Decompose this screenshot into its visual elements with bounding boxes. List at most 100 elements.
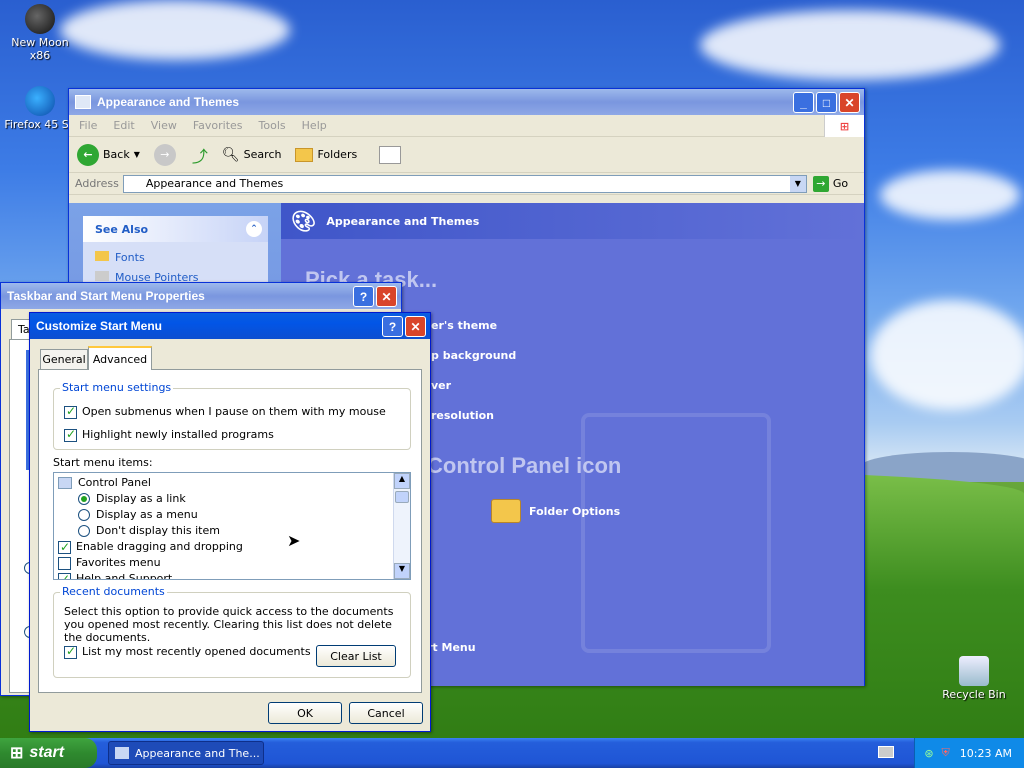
clock[interactable]: 10:23 AM (960, 747, 1012, 760)
start-menu-items-list[interactable]: Control Panel Display as a link Display … (53, 472, 411, 580)
checkbox-label: List my most recently opened documents (82, 645, 311, 658)
list-item[interactable]: Control Panel (58, 475, 243, 491)
cancel-button[interactable]: Cancel (349, 702, 423, 724)
desktop-icon-recycle-bin[interactable]: Recycle Bin (934, 656, 1014, 701)
list-item[interactable]: Display as a menu (58, 507, 243, 523)
views-icon[interactable] (379, 145, 402, 164)
radio-dont-display[interactable] (78, 525, 90, 537)
back-arrow-icon: ← (77, 143, 99, 166)
back-label: Back (103, 148, 130, 161)
checkbox-recent-documents[interactable] (64, 644, 77, 659)
pick-icon-heading: Control Panel icon (427, 453, 622, 478)
chevron-down-icon[interactable]: ▼ (134, 150, 140, 159)
checkbox-dragging[interactable] (58, 539, 71, 555)
search-button[interactable]: 🔍︎ Search (222, 147, 282, 163)
checkbox-open-submenus[interactable] (64, 404, 77, 419)
checkbox-highlight-programs[interactable] (64, 427, 77, 442)
radio-display-menu[interactable] (78, 509, 90, 521)
desktop-icon-label: Recycle Bin (942, 688, 1006, 701)
recent-description: Select this option to provide quick acce… (64, 605, 394, 644)
list-item[interactable]: Help and Support (58, 571, 243, 579)
settings-group: Start menu settings Open submenus when I… (53, 381, 411, 450)
checkbox-help[interactable] (58, 571, 71, 579)
list-item[interactable]: Display as a link (58, 491, 243, 507)
list-item[interactable]: Don't display this item (58, 523, 243, 539)
taskbar-task-button[interactable]: Appearance and The... (108, 741, 264, 765)
item-label: Display as a link (96, 492, 186, 505)
close-button[interactable]: ✕ (839, 92, 860, 113)
address-label: Address (75, 177, 119, 190)
taskbar-properties-titlebar: Taskbar and Start Menu Properties ? ✕ (1, 283, 401, 309)
collapse-icon[interactable]: ⌃ (246, 221, 262, 237)
close-button[interactable]: ✕ (405, 316, 426, 337)
setting-open-submenus[interactable]: Open submenus when I pause on them with … (64, 404, 386, 419)
forward-button[interactable]: → (153, 143, 176, 166)
scroll-thumb[interactable] (395, 491, 409, 503)
address-bar: Address Appearance and Themes ▼ → Go (69, 173, 864, 195)
watermark-icon (581, 413, 771, 653)
minimize-button[interactable]: _ (793, 92, 814, 113)
task-link[interactable]: ver (431, 371, 516, 401)
menu-tools[interactable]: Tools (259, 119, 286, 132)
desktop-icon-new-moon[interactable]: New Moon x86 (0, 4, 80, 62)
task-link[interactable]: resolution (431, 401, 516, 431)
control-panel-icon (58, 477, 72, 489)
go-button[interactable]: → Go (812, 175, 848, 192)
control-panel-icon (75, 95, 91, 109)
back-button[interactable]: ← Back ▼ (77, 143, 140, 166)
help-button[interactable]: ? (353, 286, 374, 307)
start-button[interactable]: ⊞ start (0, 738, 97, 768)
folder-options-icon (491, 499, 521, 523)
windows-logo-icon: ⊞ (824, 115, 864, 137)
mouse-icon (95, 271, 109, 281)
cloud (60, 0, 290, 60)
items-label: Start menu items: (53, 456, 153, 469)
item-label: Control Panel (78, 476, 151, 489)
moon-icon (25, 4, 55, 34)
task-link[interactable]: p background (431, 341, 516, 371)
start-menu-link[interactable]: rt Menu (427, 641, 476, 654)
setting-highlight-programs[interactable]: Highlight newly installed programs (64, 427, 274, 442)
menu-favorites[interactable]: Favorites (193, 119, 243, 132)
list-item[interactable]: Enable dragging and dropping (58, 539, 243, 555)
close-button[interactable]: ✕ (376, 286, 397, 307)
up-folder-icon[interactable]: ⤴ (192, 143, 208, 167)
radio-display-link[interactable] (78, 493, 90, 505)
tab-general[interactable]: General (40, 349, 88, 369)
go-arrow-icon: → (812, 175, 829, 192)
network-icon[interactable]: ⊛ (924, 747, 933, 760)
content-header: 🎨︎ Appearance and Themes (281, 203, 864, 239)
recent-checkbox-row[interactable]: List my most recently opened documents (64, 644, 311, 659)
cloud (700, 10, 1000, 80)
menu-edit[interactable]: Edit (113, 119, 134, 132)
help-button[interactable]: ? (382, 316, 403, 337)
clear-list-button[interactable]: Clear List (316, 645, 396, 667)
list-item[interactable]: Favorites menu (58, 555, 243, 571)
item-label: Enable dragging and dropping (76, 540, 243, 553)
search-label: Search (243, 148, 282, 161)
folder-icon (95, 251, 109, 261)
address-input[interactable]: Appearance and Themes ▼ (122, 174, 807, 193)
task-link[interactable]: er's theme (431, 311, 516, 341)
scroll-up-button[interactable]: ▲ (394, 473, 410, 489)
scroll-down-button[interactable]: ▼ (394, 563, 410, 579)
tab-advanced[interactable]: Advanced (88, 346, 152, 370)
menu-view[interactable]: View (151, 119, 177, 132)
security-shield-icon[interactable]: ⛨ (942, 746, 950, 760)
recent-group-label: Recent documents (60, 585, 167, 598)
recent-documents-group: Recent documents Select this option to p… (53, 585, 411, 678)
scrollbar[interactable]: ▲ ▼ (393, 473, 410, 579)
see-also-header[interactable]: See Also ⌃ (83, 216, 268, 242)
search-icon: 🔍︎ (221, 146, 240, 163)
menu-help[interactable]: Help (302, 119, 327, 132)
menu-file[interactable]: File (79, 119, 97, 132)
folders-button[interactable]: Folders (295, 147, 357, 162)
chevron-down-icon[interactable]: ▼ (789, 175, 806, 192)
maximize-button[interactable]: □ (816, 92, 837, 113)
keyboard-icon[interactable] (878, 746, 894, 758)
see-also-item[interactable]: Fonts (95, 248, 268, 268)
ok-button[interactable]: OK (268, 702, 342, 724)
folder-options-link[interactable]: Folder Options (491, 499, 620, 523)
checkbox-favorites[interactable] (58, 556, 71, 570)
taskbar: ⊞ start Appearance and The... ⊛ ⛨ 10:23 … (0, 738, 1024, 768)
